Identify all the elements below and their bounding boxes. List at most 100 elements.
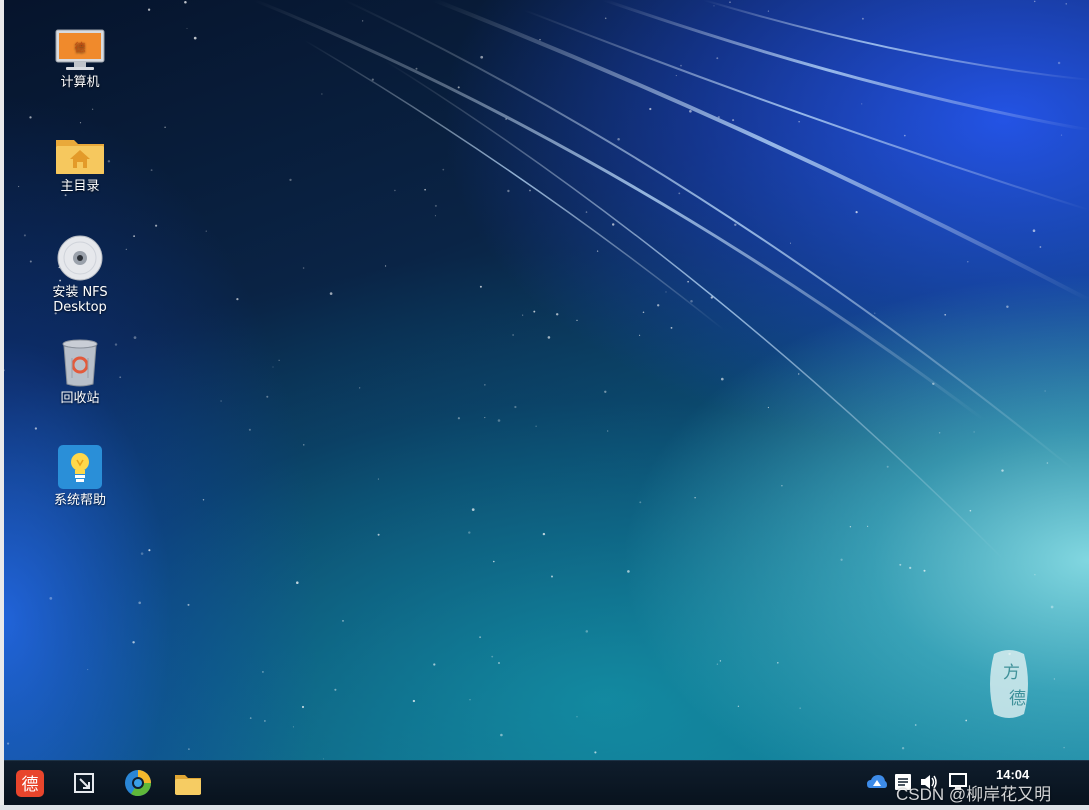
star bbox=[594, 751, 597, 754]
desktop-icon-computer[interactable]: 德 计算机 bbox=[40, 28, 120, 90]
star bbox=[261, 670, 264, 673]
star bbox=[49, 597, 53, 600]
star bbox=[220, 400, 222, 402]
star bbox=[861, 17, 864, 20]
browser-button[interactable] bbox=[122, 767, 154, 799]
star bbox=[767, 406, 769, 409]
show-desktop-button[interactable] bbox=[68, 767, 100, 799]
star bbox=[484, 384, 486, 386]
star bbox=[138, 601, 142, 605]
star bbox=[442, 168, 445, 171]
star bbox=[186, 27, 188, 29]
star bbox=[301, 705, 305, 709]
star bbox=[694, 497, 696, 499]
star bbox=[505, 118, 508, 120]
star bbox=[29, 116, 32, 119]
start-menu-button[interactable]: 德 bbox=[14, 767, 46, 799]
star bbox=[1006, 305, 1009, 308]
star bbox=[292, 726, 294, 728]
star bbox=[202, 499, 205, 501]
star bbox=[1033, 0, 1036, 3]
star bbox=[133, 336, 137, 339]
star bbox=[497, 419, 501, 422]
star bbox=[627, 570, 630, 573]
star bbox=[1060, 134, 1063, 136]
star bbox=[87, 669, 89, 671]
star bbox=[415, 67, 418, 70]
star bbox=[720, 377, 724, 381]
star bbox=[132, 641, 135, 644]
star bbox=[680, 64, 682, 67]
star bbox=[734, 223, 737, 227]
star bbox=[729, 1, 731, 3]
star bbox=[468, 531, 471, 534]
star bbox=[193, 36, 197, 40]
star bbox=[899, 563, 902, 566]
svg-text:方: 方 bbox=[1003, 663, 1020, 683]
star bbox=[248, 428, 251, 431]
star bbox=[932, 382, 935, 386]
star bbox=[670, 326, 673, 329]
desktop-icon-install-nfs[interactable]: 安装 NFS Desktop bbox=[40, 234, 120, 315]
desktop-icon-trash[interactable]: 回收站 bbox=[40, 338, 120, 406]
star bbox=[264, 720, 266, 722]
star bbox=[539, 38, 541, 41]
star bbox=[359, 387, 361, 389]
desktop-icon-label: 安装 NFS bbox=[52, 285, 108, 300]
star bbox=[412, 699, 416, 703]
star bbox=[678, 192, 681, 195]
star bbox=[500, 733, 503, 737]
star bbox=[377, 478, 379, 480]
star bbox=[604, 17, 607, 20]
star bbox=[17, 185, 20, 188]
star bbox=[855, 211, 858, 214]
star bbox=[665, 291, 667, 293]
file-manager-icon bbox=[175, 775, 201, 795]
star bbox=[639, 334, 641, 336]
desktop-icon-help[interactable]: 系统帮助 bbox=[40, 444, 120, 508]
star bbox=[236, 297, 239, 301]
star bbox=[514, 405, 517, 409]
star bbox=[713, 5, 715, 7]
lightbulb-icon bbox=[58, 445, 102, 489]
fangde-seal-logo: 方 德 bbox=[990, 650, 1028, 718]
star bbox=[767, 10, 770, 12]
desktop-icon-label: 主目录 bbox=[60, 179, 100, 194]
star bbox=[469, 699, 471, 701]
star bbox=[480, 55, 484, 59]
file-manager-button[interactable] bbox=[172, 767, 204, 799]
star bbox=[914, 724, 917, 726]
trash-icon bbox=[62, 339, 98, 387]
home-folder-icon bbox=[56, 140, 104, 174]
star bbox=[529, 189, 531, 192]
star bbox=[4, 369, 6, 372]
star bbox=[874, 312, 876, 314]
svg-text:德: 德 bbox=[22, 775, 39, 795]
host-window-strip bbox=[0, 805, 1089, 810]
star bbox=[497, 661, 501, 665]
star bbox=[334, 688, 337, 691]
svg-text:德: 德 bbox=[75, 40, 86, 54]
star bbox=[155, 224, 158, 227]
star bbox=[689, 109, 692, 113]
star bbox=[434, 215, 436, 217]
star bbox=[342, 619, 344, 622]
star bbox=[1050, 605, 1054, 609]
star bbox=[967, 261, 969, 263]
svg-text:德: 德 bbox=[1009, 689, 1026, 709]
star bbox=[611, 223, 615, 226]
star bbox=[849, 526, 852, 528]
star bbox=[329, 292, 333, 295]
star bbox=[585, 630, 589, 633]
star bbox=[148, 549, 151, 552]
star bbox=[205, 230, 207, 232]
disc-icon bbox=[57, 235, 103, 281]
star bbox=[140, 552, 144, 555]
star bbox=[278, 359, 280, 361]
star bbox=[434, 204, 437, 207]
cloud-icon[interactable] bbox=[866, 772, 888, 792]
star bbox=[512, 334, 514, 336]
star bbox=[362, 20, 364, 22]
star bbox=[79, 122, 82, 124]
desktop-icon-home[interactable]: 主目录 bbox=[40, 134, 120, 194]
